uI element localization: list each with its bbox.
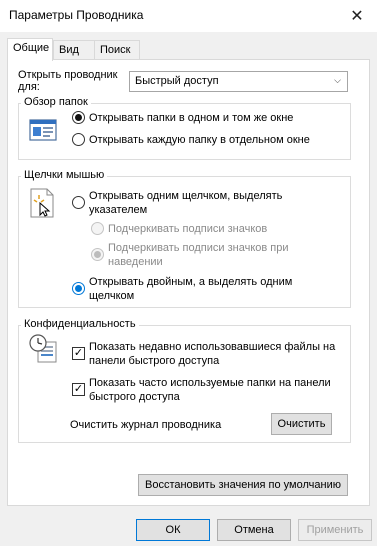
close-icon: ✕ [350, 7, 364, 25]
mouse-clicks-title: Щелчки мышью [21, 169, 108, 181]
open-explorer-label: Открыть проводник для: [18, 69, 118, 93]
frequent-folders-line1: Показать часто используемые папки на пан… [89, 377, 331, 389]
tab-panel-general: Открыть проводник для: Быстрый доступ ⌵ … [7, 59, 370, 506]
radio-separate-window-label[interactable]: Открывать каждую папку в отдельном окне [89, 133, 310, 147]
radio-single-click-label[interactable]: Открывать одним щелчком, выделять указат… [89, 189, 282, 217]
restore-defaults-button[interactable]: Восстановить значения по умолчанию [138, 474, 348, 496]
window-title: Параметры Проводника [9, 8, 144, 22]
browse-folders-title: Обзор папок [21, 96, 91, 108]
cancel-button[interactable]: Отмена [217, 519, 291, 541]
checkbox-frequent-folders-label[interactable]: Показать часто используемые папки на пан… [89, 376, 331, 404]
radio-underline-always-label[interactable]: Подчеркивать подписи значков [108, 222, 267, 236]
open-explorer-select-value: Быстрый доступ [135, 75, 219, 87]
chevron-down-icon: ⌵ [334, 75, 341, 85]
tab-general[interactable]: Общие [7, 38, 53, 61]
apply-button[interactable]: Применить [298, 519, 372, 541]
checkbox-recent-files[interactable]: ✓ [72, 347, 85, 360]
close-button[interactable]: ✕ [337, 0, 377, 31]
mouse-cursor-icon [29, 187, 57, 219]
tab-view[interactable]: Вид [53, 40, 95, 60]
radio-double-click[interactable] [72, 282, 85, 295]
frequent-folders-line2: быстрого доступа [89, 391, 180, 403]
privacy-title: Конфиденциальность [21, 318, 139, 330]
ok-button[interactable]: ОК [136, 519, 210, 541]
double-click-line1: Открывать двойным, а выделять одним [89, 276, 293, 288]
clear-history-label: Очистить журнал проводника [70, 419, 222, 431]
radio-single-click[interactable] [72, 196, 85, 209]
radio-underline-always[interactable] [91, 222, 104, 235]
radio-underline-hover[interactable] [91, 248, 104, 261]
radio-same-window[interactable] [72, 111, 85, 124]
radio-double-click-label[interactable]: Открывать двойным, а выделять одним щелч… [89, 275, 292, 303]
checkbox-frequent-folders[interactable]: ✓ [72, 383, 85, 396]
tab-search[interactable]: Поиск [94, 40, 140, 60]
title-bar: Параметры Проводника ✕ [0, 0, 377, 32]
recent-files-line2: панели быстрого доступа [89, 355, 220, 367]
clock-documents-icon [29, 334, 59, 364]
clear-history-button[interactable]: Очистить [271, 413, 332, 435]
radio-same-window-label[interactable]: Открывать папки в одном и том же окне [89, 111, 293, 125]
radio-underline-hover-label[interactable]: Подчеркивать подписи значков при наведен… [108, 241, 289, 269]
checkbox-recent-files-label[interactable]: Показать недавно использовавшиеся файлы … [89, 340, 335, 368]
single-click-line2: указателем [89, 204, 148, 216]
radio-separate-window[interactable] [72, 133, 85, 146]
folder-window-icon [29, 118, 57, 142]
underline-hover-line2: наведении [108, 256, 163, 268]
double-click-line2: щелчком [89, 290, 135, 302]
single-click-line1: Открывать одним щелчком, выделять [89, 190, 283, 202]
open-explorer-select[interactable]: Быстрый доступ ⌵ [129, 71, 348, 92]
recent-files-line1: Показать недавно использовавшиеся файлы … [89, 341, 336, 353]
underline-hover-line1: Подчеркивать подписи значков при [108, 242, 289, 254]
